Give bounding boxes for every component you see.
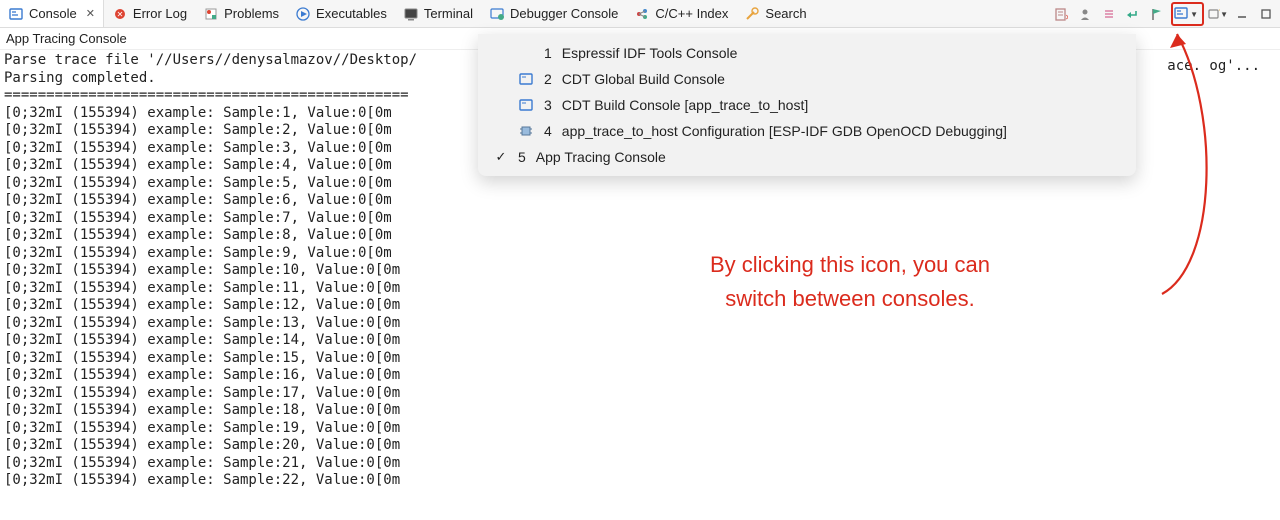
minimize-icon[interactable]: [1232, 4, 1252, 24]
tab-label: Terminal: [424, 6, 473, 21]
terminal-icon: [403, 6, 419, 22]
console-icon: [518, 97, 534, 113]
dropdown-item-4[interactable]: 4 app_trace_to_host Configuration [ESP-I…: [478, 118, 1136, 144]
toolbar-right: ✕ ▼ +▼: [1051, 0, 1276, 28]
tab-debugger-console[interactable]: Debugger Console: [481, 0, 626, 27]
tab-error-log[interactable]: ✕ Error Log: [104, 0, 195, 27]
person-icon[interactable]: [1075, 4, 1095, 24]
flag-icon[interactable]: [1147, 4, 1167, 24]
dropdown-label: CDT Global Build Console: [562, 71, 725, 87]
divider: ========================================…: [4, 87, 409, 103]
tab-search[interactable]: Search: [736, 0, 814, 27]
index-icon: [634, 6, 650, 22]
tab-label: Console: [29, 6, 77, 21]
new-console-icon[interactable]: +▼: [1208, 4, 1228, 24]
tab-console[interactable]: Console ✕: [0, 0, 104, 27]
dropdown-label: app_trace_to_host Configuration [ESP-IDF…: [562, 123, 1007, 139]
dropdown-label: CDT Build Console [app_trace_to_host]: [562, 97, 808, 113]
console-icon: [518, 71, 534, 87]
list-icon[interactable]: [1099, 4, 1119, 24]
exec-icon: [295, 6, 311, 22]
tab-executables[interactable]: Executables: [287, 0, 395, 27]
debugger-icon: [489, 6, 505, 22]
error-icon: ✕: [112, 6, 128, 22]
generic-icon: [518, 45, 534, 61]
dropdown-label: App Tracing Console: [536, 149, 666, 165]
tab-label: Search: [765, 6, 806, 21]
dropdown-item-2[interactable]: 2 CDT Global Build Console: [478, 66, 1136, 92]
return-icon[interactable]: [1123, 4, 1143, 24]
console-switch-dropdown: 1 Espressif IDF Tools Console 2 CDT Glob…: [478, 34, 1136, 176]
tab-problems[interactable]: Problems: [195, 0, 287, 27]
dropdown-item-1[interactable]: 1 Espressif IDF Tools Console: [478, 40, 1136, 66]
tab-label: C/C++ Index: [655, 6, 728, 21]
chevron-down-icon: ▼: [1190, 10, 1198, 19]
tab-terminal[interactable]: Terminal: [395, 0, 481, 27]
dropdown-label: Espressif IDF Tools Console: [562, 45, 738, 61]
edit-icon[interactable]: ✕: [1051, 4, 1071, 24]
svg-text:✕: ✕: [117, 10, 124, 19]
view-tab-bar: Console ✕ ✕ Error Log Problems Executabl…: [0, 0, 1280, 28]
parse-done: Parsing completed.: [4, 70, 156, 86]
check-icon: ✓: [494, 149, 508, 165]
close-icon[interactable]: ✕: [82, 7, 95, 20]
search-icon: [744, 6, 760, 22]
switch-console-button[interactable]: ▼: [1171, 2, 1204, 26]
log-lines: [0;32mI (155394) example: Sample:1, Valu…: [4, 105, 400, 489]
dropdown-item-3[interactable]: 3 CDT Build Console [app_trace_to_host]: [478, 92, 1136, 118]
svg-text:✕: ✕: [1065, 13, 1068, 21]
tab-label: Debugger Console: [510, 6, 618, 21]
tab-label: Executables: [316, 6, 387, 21]
parse-line-trail: ace. og'...: [1167, 58, 1260, 74]
dropdown-item-5[interactable]: ✓ 5 App Tracing Console: [478, 144, 1136, 170]
maximize-icon[interactable]: [1256, 4, 1276, 24]
console-switch-icon: [1174, 6, 1188, 23]
problems-icon: [203, 6, 219, 22]
tab-label: Problems: [224, 6, 279, 21]
chip-icon: [518, 123, 534, 139]
tab-label: Error Log: [133, 6, 187, 21]
console-icon: [8, 6, 24, 22]
parse-line: Parse trace file '//Users//denysalmazov/…: [4, 52, 417, 68]
tab-index[interactable]: C/C++ Index: [626, 0, 736, 27]
